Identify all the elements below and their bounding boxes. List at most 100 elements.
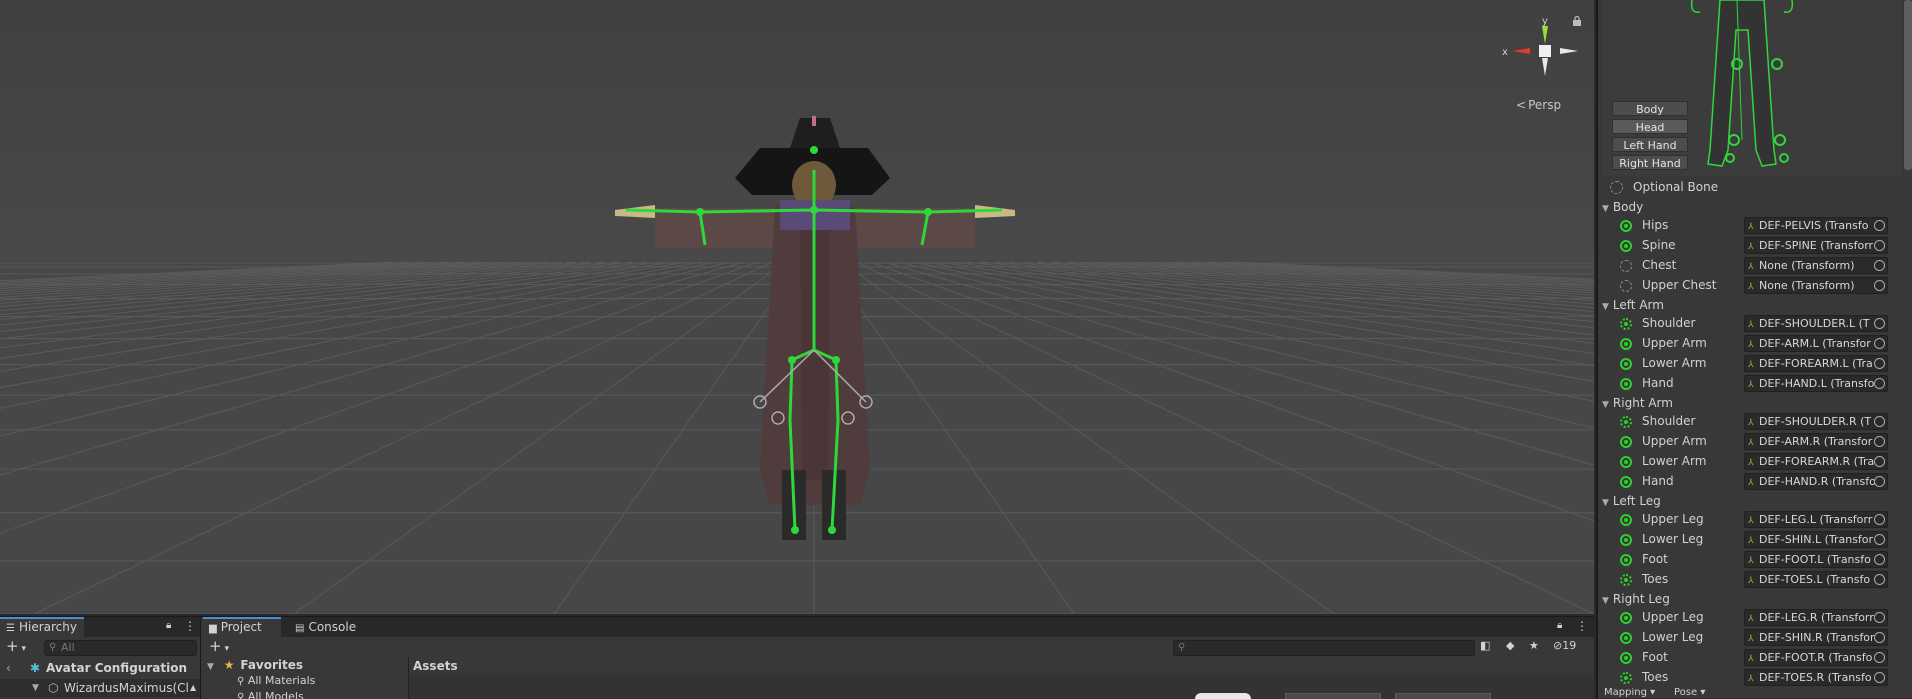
mapping-dropdown[interactable]: Mapping ▾ xyxy=(1604,688,1655,698)
scene-view[interactable]: y x < Persp xyxy=(0,0,1594,614)
bone-transform-field[interactable]: ⅄ DEF-SHOULDER.R (T xyxy=(1744,413,1888,430)
body-part-button-left-hand[interactable]: Left Hand xyxy=(1612,137,1688,152)
projection-toggle[interactable]: < Persp xyxy=(1516,98,1561,112)
bone-transform-field[interactable]: ⅄ DEF-FOREARM.L (Tra xyxy=(1744,355,1888,372)
bone-status-icon[interactable] xyxy=(1620,416,1632,428)
body-part-button-body[interactable]: Body xyxy=(1612,101,1688,116)
bone-transform-field[interactable]: ⅄ DEF-PELVIS (Transfo xyxy=(1744,217,1888,234)
tab-project[interactable]: ▆ Project xyxy=(203,617,281,637)
bone-group-header[interactable]: ▼ Left Arm xyxy=(1598,296,1902,314)
lock-icon[interactable]: 🔒︎ xyxy=(1557,620,1562,631)
bone-transform-field[interactable]: ⅄ DEF-SHIN.L (Transfor xyxy=(1744,531,1888,548)
bone-transform-field[interactable]: ⅄ DEF-FOREARM.R (Tra xyxy=(1744,453,1888,470)
filter-by-label-icon[interactable]: ◆ xyxy=(1506,639,1514,652)
bone-status-icon[interactable] xyxy=(1620,240,1632,252)
bone-status-icon[interactable] xyxy=(1620,436,1632,448)
assets-breadcrumb[interactable]: Assets xyxy=(413,659,458,673)
neg-y-axis-cone[interactable] xyxy=(1542,58,1548,76)
object-picker-icon[interactable] xyxy=(1874,612,1885,623)
asset-thumbnail[interactable] xyxy=(1195,693,1251,699)
bone-transform-field[interactable]: ⅄ DEF-SHOULDER.L (T xyxy=(1744,315,1888,332)
expand-triangle-icon[interactable]: ▼ xyxy=(1602,596,1609,606)
neg-x-axis-cone[interactable] xyxy=(1560,48,1578,54)
bone-transform-field[interactable]: ⅄ DEF-FOOT.R (Transfo xyxy=(1744,649,1888,666)
object-picker-icon[interactable] xyxy=(1874,280,1885,291)
object-picker-icon[interactable] xyxy=(1874,378,1885,389)
expand-triangle-icon[interactable]: ▼ xyxy=(32,679,39,697)
expand-triangle-icon[interactable]: ▼ xyxy=(1602,498,1609,508)
bone-transform-field[interactable]: ⅄ DEF-TOES.R (Transfo xyxy=(1744,669,1888,686)
tab-console[interactable]: ▤ Console xyxy=(289,617,375,637)
scroll-up-icon[interactable]: ▲ xyxy=(190,679,196,697)
bone-status-icon[interactable] xyxy=(1620,476,1632,488)
create-button[interactable]: + ▾ xyxy=(6,637,26,655)
bone-transform-field[interactable]: ⅄ DEF-SHIN.R (Transfor xyxy=(1744,629,1888,646)
hidden-packages-toggle[interactable]: ⊘19 xyxy=(1553,639,1576,652)
lock-icon[interactable] xyxy=(1572,16,1582,26)
bone-status-icon[interactable] xyxy=(1620,456,1632,468)
object-picker-icon[interactable] xyxy=(1874,338,1885,349)
bone-status-icon[interactable] xyxy=(1620,338,1632,350)
object-picker-icon[interactable] xyxy=(1874,436,1885,447)
x-axis-cone[interactable] xyxy=(1512,48,1530,54)
hierarchy-item-model[interactable]: ▼ ⬡ WizardusMaximus(Clc ▲ xyxy=(0,679,200,697)
object-picker-icon[interactable] xyxy=(1874,632,1885,643)
filter-by-type-icon[interactable]: ◧ xyxy=(1480,639,1490,652)
pose-dropdown[interactable]: Pose ▾ xyxy=(1674,688,1705,698)
hierarchy-search-input[interactable]: ⚲ All xyxy=(44,640,197,656)
favorites-star-icon[interactable]: ★ xyxy=(1529,639,1539,652)
bone-transform-field[interactable]: ⅄ DEF-ARM.R (Transfor xyxy=(1744,433,1888,450)
project-search-input[interactable]: ⚲ xyxy=(1173,640,1475,656)
object-picker-icon[interactable] xyxy=(1874,456,1885,467)
bone-transform-field[interactable]: ⅄ DEF-TOES.L (Transfo xyxy=(1744,571,1888,588)
object-picker-icon[interactable] xyxy=(1874,554,1885,565)
kebab-menu-icon[interactable]: ⋮ xyxy=(184,619,196,633)
object-picker-icon[interactable] xyxy=(1874,358,1885,369)
bone-status-icon[interactable] xyxy=(1620,574,1632,586)
object-picker-icon[interactable] xyxy=(1874,514,1885,525)
hierarchy-item-avatar-config[interactable]: ‹ ✱ Avatar Configuration xyxy=(0,659,200,677)
bone-group-header[interactable]: ▼ Body xyxy=(1598,198,1902,216)
bone-transform-field[interactable]: ⅄ DEF-HAND.R (Transfo xyxy=(1744,473,1888,490)
bone-group-header[interactable]: ▼ Right Leg xyxy=(1598,590,1902,608)
back-chevron-icon[interactable]: ‹ xyxy=(6,659,11,677)
body-part-button-right-hand[interactable]: Right Hand xyxy=(1612,155,1688,170)
y-axis-cone[interactable] xyxy=(1542,26,1548,44)
object-picker-icon[interactable] xyxy=(1874,534,1885,545)
bone-transform-field[interactable]: ⅄ DEF-SPINE (Transforr xyxy=(1744,237,1888,254)
bone-status-icon[interactable] xyxy=(1620,378,1632,390)
bone-status-icon[interactable] xyxy=(1620,554,1632,566)
bone-group-header[interactable]: ▼ Right Arm xyxy=(1598,394,1902,412)
object-picker-icon[interactable] xyxy=(1874,416,1885,427)
tab-hierarchy[interactable]: ☰ Hierarchy xyxy=(0,617,84,637)
object-picker-icon[interactable] xyxy=(1874,476,1885,487)
expand-triangle-icon[interactable]: ▼ xyxy=(1602,400,1609,410)
scene-viewport[interactable] xyxy=(0,0,1594,614)
bone-status-icon[interactable] xyxy=(1620,672,1632,684)
bone-transform-field[interactable]: ⅄ DEF-LEG.R (Transforr xyxy=(1744,609,1888,626)
bone-status-icon[interactable] xyxy=(1620,534,1632,546)
bone-transform-field[interactable]: ⅄ None (Transform) xyxy=(1744,257,1888,274)
bone-transform-field[interactable]: ⅄ None (Transform) xyxy=(1744,277,1888,294)
object-picker-icon[interactable] xyxy=(1874,220,1885,231)
favorites-header[interactable]: ▼ ★ Favorites xyxy=(207,657,407,673)
gizmo-center-cube[interactable] xyxy=(1539,45,1551,57)
expand-triangle-icon[interactable]: ▼ xyxy=(207,662,214,672)
object-picker-icon[interactable] xyxy=(1874,240,1885,251)
bone-status-icon[interactable] xyxy=(1620,632,1632,644)
object-picker-icon[interactable] xyxy=(1874,574,1885,585)
bone-transform-field[interactable]: ⅄ DEF-ARM.L (Transfor xyxy=(1744,335,1888,352)
expand-triangle-icon[interactable]: ▼ xyxy=(1602,302,1609,312)
bone-status-icon[interactable] xyxy=(1620,612,1632,624)
bone-status-icon[interactable] xyxy=(1620,260,1632,272)
object-picker-icon[interactable] xyxy=(1874,260,1885,271)
bone-status-icon[interactable] xyxy=(1620,358,1632,370)
body-part-button-head[interactable]: Head xyxy=(1612,119,1688,134)
object-picker-icon[interactable] xyxy=(1874,652,1885,663)
bone-transform-field[interactable]: ⅄ DEF-LEG.L (Transforr xyxy=(1744,511,1888,528)
lock-icon[interactable]: 🔒︎ xyxy=(166,620,171,631)
expand-triangle-icon[interactable]: ▼ xyxy=(1602,204,1609,214)
bone-group-header[interactable]: ▼ Left Leg xyxy=(1598,492,1902,510)
bone-status-icon[interactable] xyxy=(1620,280,1632,292)
favorite-all-materials[interactable]: ⚲ All Materials xyxy=(207,673,407,689)
